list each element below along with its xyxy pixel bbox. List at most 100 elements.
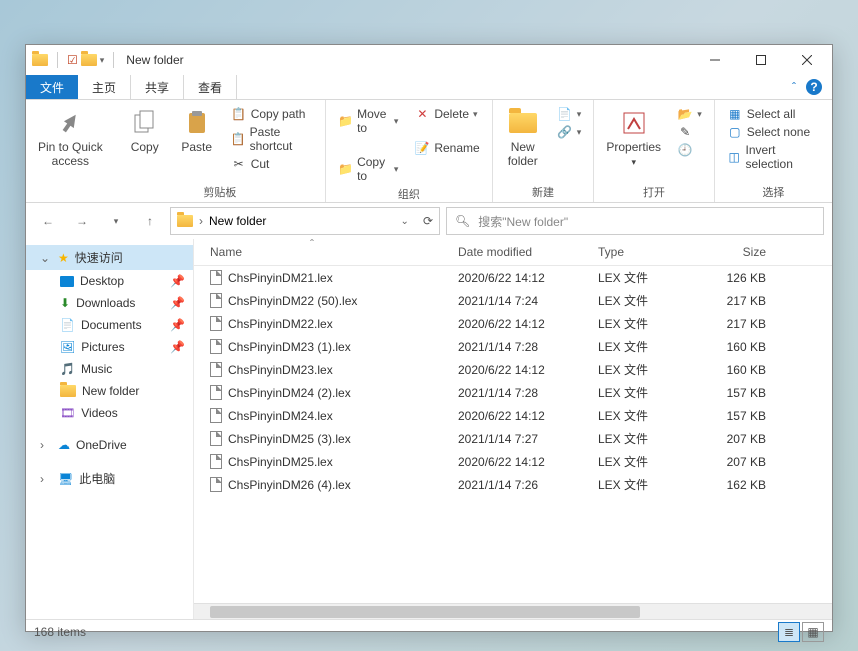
file-row[interactable]: ChsPinyinDM22 (50).lex 2021/1/14 7:24LEX … (194, 289, 832, 312)
tab-view[interactable]: 查看 (184, 75, 237, 99)
icons-view-button[interactable]: ▦ (802, 622, 824, 642)
new-folder-button[interactable]: New folder (501, 104, 545, 171)
minimize-button[interactable] (692, 45, 738, 75)
sidebar-quick-access[interactable]: ⌄★快速访问 (26, 245, 193, 270)
pin-icon: 📌 (170, 340, 185, 354)
rename-button[interactable]: 📝Rename (410, 140, 483, 156)
sidebar-downloads[interactable]: ⬇Downloads📌 (46, 292, 193, 314)
easy-access-button[interactable]: 🔗▾ (553, 124, 586, 140)
new-item-button[interactable]: 📄▾ (553, 106, 586, 122)
copy-button[interactable]: Copy (123, 104, 167, 156)
file-icon (210, 270, 222, 285)
file-row[interactable]: ChsPinyinDM23 (1).lex2021/1/14 7:28LEX 文… (194, 335, 832, 358)
file-date: 2021/1/14 7:28 (452, 386, 592, 400)
navigation-bar: ← → ▾ ↑ › New folder ⌄ ⟳ 🔍︎ 搜索"New folde… (26, 203, 832, 239)
file-row[interactable]: ChsPinyinDM24.lex2020/6/22 14:12LEX 文件15… (194, 404, 832, 427)
address-folder-icon (177, 215, 193, 227)
sidebar-documents[interactable]: 📄Documents📌 (46, 314, 193, 336)
file-row[interactable]: ChsPinyinDM25.lex2020/6/22 14:12LEX 文件20… (194, 450, 832, 473)
file-row[interactable]: ChsPinyinDM23.lex2020/6/22 14:12LEX 文件16… (194, 358, 832, 381)
sidebar-onedrive[interactable]: ›☁OneDrive (26, 434, 193, 456)
sidebar-music[interactable]: 🎵Music (46, 358, 193, 380)
tab-share[interactable]: 共享 (131, 75, 184, 99)
file-date: 2021/1/14 7:24 (452, 294, 592, 308)
recent-locations-button[interactable]: ▾ (102, 207, 130, 235)
file-icon (210, 408, 222, 423)
file-name: ChsPinyinDM23 (1).lex (228, 340, 351, 354)
tab-file[interactable]: 文件 (26, 75, 78, 99)
file-date: 2020/6/22 14:12 (452, 317, 592, 331)
file-row[interactable]: ChsPinyinDM25 (3).lex2021/1/14 7:27LEX 文… (194, 427, 832, 450)
file-icon (210, 339, 222, 354)
qat-check-icon[interactable]: ☑ (67, 53, 78, 67)
delete-button[interactable]: ✕Delete▾ (410, 106, 483, 122)
sidebar-desktop[interactable]: Desktop📌 (46, 270, 193, 292)
ribbon-collapse-icon[interactable]: ˆ (792, 80, 796, 94)
file-name: ChsPinyinDM25.lex (228, 455, 333, 469)
file-size: 207 KB (702, 455, 772, 469)
edit-button[interactable]: ✎ (673, 124, 706, 140)
file-name: ChsPinyinDM22 (50).lex (228, 294, 357, 308)
col-date[interactable]: Date modified (452, 245, 592, 259)
forward-button[interactable]: → (68, 207, 96, 235)
ribbon: Pin to Quick access Copy Paste 📋Copy pat… (26, 99, 832, 203)
details-view-button[interactable]: ≣ (778, 622, 800, 642)
col-type[interactable]: Type (592, 245, 702, 259)
file-size: 162 KB (702, 478, 772, 492)
file-date: 2021/1/14 7:27 (452, 432, 592, 446)
pin-quick-access-button[interactable]: Pin to Quick access (34, 104, 107, 171)
file-size: 157 KB (702, 409, 772, 423)
column-headers[interactable]: ˆ Name Date modified Type Size (194, 239, 832, 266)
address-bar[interactable]: › New folder ⌄ ⟳ (170, 207, 440, 235)
file-type: LEX 文件 (592, 315, 702, 332)
maximize-button[interactable] (738, 45, 784, 75)
up-button[interactable]: ↑ (136, 207, 164, 235)
sidebar-pictures[interactable]: 🖼Pictures📌 (46, 336, 193, 358)
address-text[interactable]: New folder (209, 214, 266, 228)
tab-home[interactable]: 主页 (78, 75, 131, 99)
group-organize-label: 组织 (334, 184, 484, 202)
refresh-button[interactable]: ⟳ (423, 214, 433, 228)
copy-to-button[interactable]: 📁Copy to ▾ (334, 154, 402, 184)
open-dropdown-button[interactable]: 📂▾ (673, 106, 706, 122)
back-button[interactable]: ← (34, 207, 62, 235)
group-select-label: 选择 (723, 182, 824, 200)
file-row[interactable]: ChsPinyinDM24 (2).lex2021/1/14 7:28LEX 文… (194, 381, 832, 404)
col-size[interactable]: Size (702, 245, 772, 259)
file-row[interactable]: ChsPinyinDM26 (4).lex2021/1/14 7:26LEX 文… (194, 473, 832, 496)
file-row[interactable]: ChsPinyinDM22.lex2020/6/22 14:12LEX 文件21… (194, 312, 832, 335)
properties-button[interactable]: Properties ▾ (602, 104, 665, 171)
close-button[interactable] (784, 45, 830, 75)
cut-button[interactable]: ✂Cut (227, 156, 317, 172)
move-to-button[interactable]: 📁Move to ▾ (334, 106, 402, 136)
history-button[interactable]: 🕘 (673, 142, 706, 158)
ribbon-tabs: 文件 主页 共享 查看 ˆ ? (26, 75, 832, 99)
sidebar-this-pc[interactable]: ›🖥此电脑 (26, 466, 193, 491)
col-name[interactable]: Name (204, 245, 452, 259)
file-size: 217 KB (702, 317, 772, 331)
qat-dropdown-icon[interactable]: ▾ (100, 55, 105, 66)
help-icon[interactable]: ? (806, 79, 822, 95)
item-count: 168 items (34, 625, 86, 639)
paste-button[interactable]: Paste (175, 104, 219, 156)
select-none-button[interactable]: ▢Select none (723, 124, 824, 140)
sidebar-videos[interactable]: 🎞Videos (46, 402, 193, 424)
copy-path-button[interactable]: 📋Copy path (227, 106, 317, 122)
file-size: 160 KB (702, 363, 772, 377)
navigation-pane[interactable]: ⌄★快速访问 Desktop📌 ⬇Downloads📌 📄Documents📌 … (26, 239, 194, 619)
address-dropdown-icon[interactable]: ⌄ (401, 216, 409, 227)
qat-folder-icon[interactable] (81, 54, 97, 66)
sidebar-new-folder[interactable]: New folder (46, 380, 193, 402)
select-all-button[interactable]: ▦Select all (723, 106, 824, 122)
file-icon (210, 454, 222, 469)
paste-shortcut-button[interactable]: 📋Paste shortcut (227, 124, 317, 154)
app-icon (32, 54, 48, 66)
search-box[interactable]: 🔍︎ 搜索"New folder" (446, 207, 824, 235)
file-size: 207 KB (702, 432, 772, 446)
invert-selection-button[interactable]: ◫Invert selection (723, 142, 824, 172)
file-name: ChsPinyinDM23.lex (228, 363, 333, 377)
file-type: LEX 文件 (592, 292, 702, 309)
horizontal-scrollbar[interactable] (194, 603, 832, 619)
titlebar[interactable]: ☑ ▾ New folder (26, 45, 832, 75)
file-row[interactable]: ChsPinyinDM21.lex2020/6/22 14:12LEX 文件12… (194, 266, 832, 289)
